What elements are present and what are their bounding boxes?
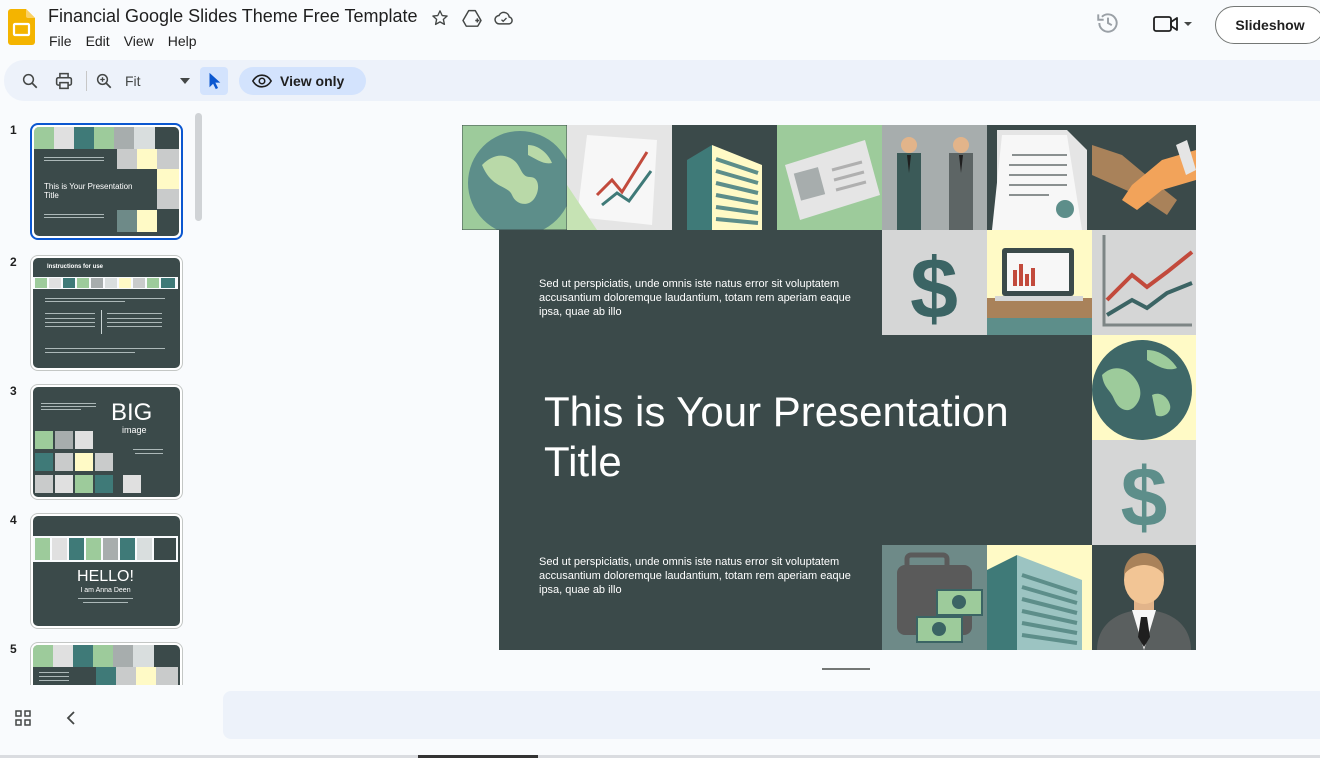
slide-thumbnail[interactable]: This is Your Presentation Title (30, 123, 183, 240)
slides-app: Financial Google Slides Theme Free Templ… (0, 0, 1320, 758)
zoom-select[interactable]: Fit (120, 67, 194, 95)
print-icon[interactable] (50, 67, 78, 95)
chart-paper-tile-image (567, 125, 672, 230)
slide-number: 4 (10, 513, 17, 527)
thumb-hello-title: HELLO! (77, 568, 134, 585)
slide-thumbnail[interactable] (30, 642, 183, 685)
star-icon[interactable] (428, 7, 452, 29)
thumb-title: This is Your Presentation Title (44, 182, 133, 200)
collapse-filmstrip-icon[interactable] (61, 708, 81, 728)
handshake-tile-image (1092, 125, 1196, 230)
slide-thumbnail[interactable]: BIG image (30, 384, 183, 500)
speaker-notes-panel[interactable] (223, 691, 1320, 739)
move-to-drive-icon[interactable] (460, 7, 484, 29)
svg-text:$: $ (1121, 450, 1168, 544)
menu-file[interactable]: File (42, 31, 79, 51)
globe-tile-image (462, 125, 567, 230)
slide-number: 2 (10, 255, 17, 269)
line-chart-tile-image (1092, 230, 1196, 335)
building-teal-tile-image (987, 545, 1092, 650)
slide-canvas: $ $ Sed ut perspiciatis, unde omnis iste… (462, 125, 1196, 650)
slide-title: This is Your Presentation Title (544, 388, 1009, 485)
slide-thumbnail[interactable]: Instructions for use (30, 255, 183, 371)
cloud-status-icon[interactable] (492, 7, 516, 29)
businessmen-tile-image (882, 125, 987, 230)
thumb-title: Instructions for use (47, 264, 104, 270)
view-only-label: View only (280, 73, 345, 89)
slide-body-top: Sed ut perspiciatis, unde omnis iste nat… (539, 278, 851, 318)
toolbar: Fit View only (4, 60, 1320, 101)
document-tile-image (987, 125, 1092, 230)
filmstrip: 1 This is Your Presentation Title 2 Inst… (0, 113, 205, 685)
meet-video-icon[interactable] (1150, 14, 1196, 39)
briefcase-money-tile-image (882, 545, 987, 650)
slide-thumbnail[interactable]: HELLO! I am Anna Deen (30, 513, 183, 629)
svg-text:$: $ (910, 241, 958, 335)
slide-body-bottom: Sed ut perspiciatis, unde omnis iste nat… (539, 556, 851, 596)
toolbar-divider (86, 71, 87, 91)
dollar-teal-tile-image: $ (1092, 440, 1196, 545)
menu-help[interactable]: Help (161, 31, 204, 51)
filmstrip-scrollbar[interactable] (195, 113, 202, 221)
notes-resize-handle[interactable] (822, 668, 870, 670)
menu-bar: File Edit View Help (42, 31, 204, 51)
building-tile-image (672, 125, 777, 230)
select-pointer-icon[interactable] (200, 67, 228, 95)
zoom-value: Fit (125, 73, 141, 89)
menu-view[interactable]: View (117, 31, 161, 51)
globe-small-tile-image (1092, 335, 1196, 440)
thumb-big-title: BIG (111, 399, 153, 426)
chevron-down-icon (180, 78, 190, 84)
thumb-hello-subtitle: I am Anna Deen (80, 587, 131, 594)
view-only-chip[interactable]: View only (239, 67, 366, 95)
laptop-tile-image (987, 230, 1092, 335)
slide-number: 5 (10, 642, 17, 656)
slide-number: 1 (10, 123, 17, 137)
businessman-portrait-tile-image (1092, 545, 1196, 650)
thumb-big-subtitle: image (122, 425, 147, 435)
slide-number: 3 (10, 384, 17, 398)
slides-logo[interactable] (8, 9, 35, 45)
version-history-icon[interactable] (1095, 10, 1121, 41)
menu-edit[interactable]: Edit (79, 31, 117, 51)
slideshow-button[interactable]: Slideshow (1215, 6, 1320, 44)
search-menus-icon[interactable] (16, 67, 44, 95)
document-title[interactable]: Financial Google Slides Theme Free Templ… (48, 6, 418, 27)
zoom-icon[interactable] (90, 67, 118, 95)
grid-view-icon[interactable] (13, 708, 33, 728)
dollar-tile-image: $ (882, 230, 987, 335)
id-card-tile-image (777, 125, 882, 230)
eye-icon (252, 74, 272, 88)
